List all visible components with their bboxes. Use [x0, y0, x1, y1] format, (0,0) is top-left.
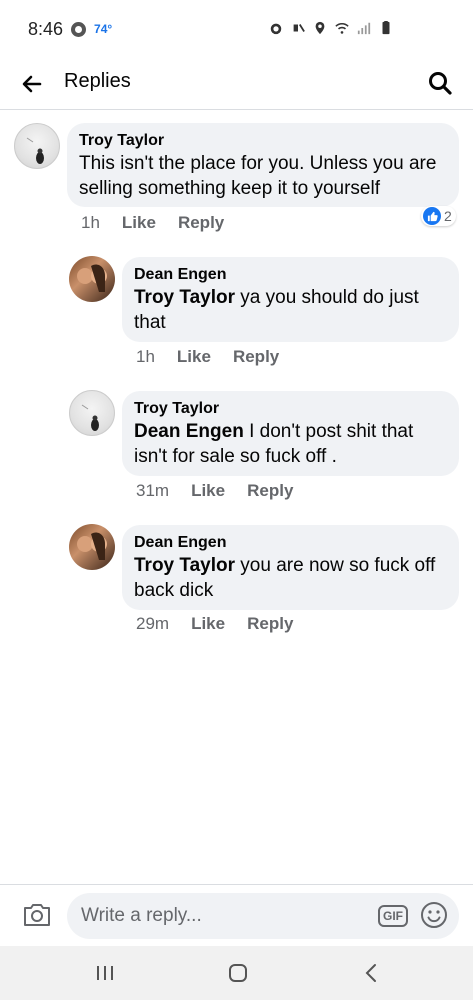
comment-text: Troy Taylor ya you should do just that	[134, 285, 447, 335]
location-icon	[315, 21, 325, 35]
like-button[interactable]: Like	[122, 213, 156, 233]
comment-text: Troy Taylor you are now so fuck off back…	[134, 553, 447, 603]
comment-time: 1h	[136, 347, 155, 366]
gif-button[interactable]: GIF	[378, 905, 408, 927]
back-arrow-icon[interactable]	[20, 72, 44, 96]
like-button[interactable]: Like	[191, 614, 225, 634]
wifi-icon	[335, 22, 349, 34]
chrome-icon	[71, 21, 87, 37]
reply-button[interactable]: Reply	[247, 481, 293, 501]
reply-button[interactable]: Reply	[178, 213, 224, 233]
mention-link[interactable]: Troy Taylor	[134, 555, 235, 576]
avatar-image-icon	[26, 137, 44, 164]
status-bar: 8:46 74°	[0, 0, 473, 58]
status-temperature: 74°	[94, 22, 113, 36]
comment-actions: 1h Like Reply	[136, 347, 279, 367]
comment-actions: 1h Like Reply	[81, 213, 224, 233]
page-title: Replies	[64, 70, 131, 92]
comment-author[interactable]: Dean Engen	[134, 533, 447, 553]
mention-link[interactable]: Troy Taylor	[134, 287, 235, 308]
like-reaction-icon	[423, 207, 441, 225]
alarm-icon	[270, 23, 282, 35]
mute-icon	[293, 24, 305, 32]
avatar[interactable]	[14, 123, 60, 169]
comment-actions: 31m Like Reply	[136, 481, 293, 501]
status-time: 8:46	[28, 18, 64, 39]
back-icon[interactable]	[360, 961, 382, 985]
avatar-image-icon	[77, 264, 107, 292]
comment-time: 29m	[136, 614, 170, 633]
system-nav-bar	[0, 946, 473, 1000]
reply-button[interactable]: Reply	[247, 614, 293, 634]
reaction-summary[interactable]: 2	[421, 206, 456, 226]
comment-author[interactable]: Troy Taylor	[134, 399, 447, 419]
signal-icon	[357, 22, 371, 35]
comment-actions: 29m Like Reply	[136, 614, 293, 634]
avatar[interactable]	[69, 390, 115, 436]
comment-author[interactable]: Dean Engen	[134, 265, 447, 285]
reply-button[interactable]: Reply	[233, 347, 279, 367]
app-header: Replies	[0, 58, 473, 110]
search-icon[interactable]	[427, 70, 453, 96]
camera-icon[interactable]	[22, 901, 52, 929]
comment-bubble[interactable]: Troy Taylor Dean Engen I don't post shit…	[122, 391, 459, 476]
avatar-image-icon	[77, 532, 107, 560]
status-icons	[269, 20, 393, 36]
reaction-count: 2	[444, 208, 452, 224]
comment-bubble[interactable]: Dean Engen Troy Taylor you are now so fu…	[122, 525, 459, 610]
home-icon[interactable]	[226, 961, 250, 985]
comment-text: This isn't the place for you. Unless you…	[79, 153, 437, 199]
comment-bubble[interactable]: Dean Engen Troy Taylor ya you should do …	[122, 257, 459, 342]
like-button[interactable]: Like	[191, 481, 225, 501]
like-button[interactable]: Like	[177, 347, 211, 367]
battery-icon	[382, 21, 390, 35]
comment-time: 1h	[81, 213, 100, 232]
recent-apps-icon[interactable]	[94, 962, 116, 984]
avatar[interactable]	[69, 524, 115, 570]
emoji-icon[interactable]	[420, 901, 448, 929]
comment-time: 31m	[136, 481, 170, 500]
mention-link[interactable]: Dean Engen	[134, 421, 244, 442]
comment-text: Dean Engen I don't post shit that isn't …	[134, 419, 447, 469]
avatar-image-icon	[81, 404, 99, 431]
comment-author[interactable]: Troy Taylor	[79, 131, 447, 151]
avatar[interactable]	[69, 256, 115, 302]
comment-bubble[interactable]: Troy Taylor This isn't the place for you…	[67, 123, 459, 207]
reply-composer: GIF	[0, 884, 473, 946]
